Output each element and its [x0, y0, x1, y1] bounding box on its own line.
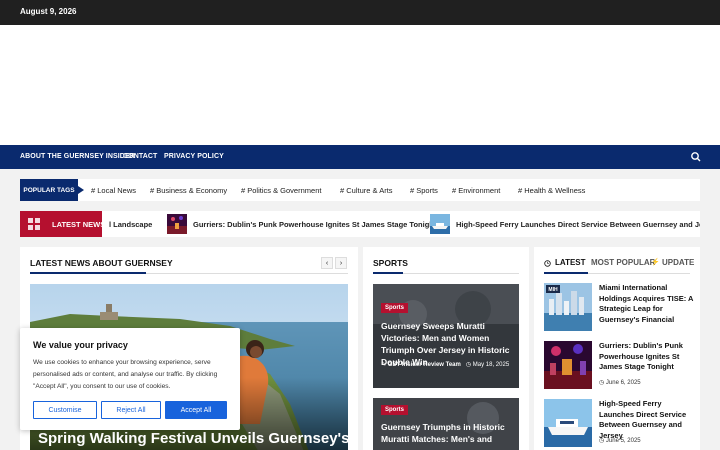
article-title: Guernsey Triumphs in Historic Muratti Ma… [381, 422, 505, 444]
sidebar-article-date-text: June 5, 2025 [605, 438, 641, 444]
search-icon[interactable] [690, 151, 702, 163]
article-date: May 18, 2025 [472, 362, 510, 368]
popular-tags-bar: Popular Tags # Local News # Business & E… [20, 179, 700, 201]
tag-health-wellness[interactable]: # Health & Wellness [518, 186, 585, 195]
section-divider-accent [373, 272, 403, 274]
reject-all-button[interactable]: Reject All [101, 401, 161, 419]
customise-button[interactable]: Customise [33, 401, 97, 419]
tag-culture-arts[interactable]: # Culture & Arts [340, 186, 393, 195]
ferry-thumbnail [430, 214, 450, 234]
tab-update[interactable]: Update [662, 258, 694, 267]
category-badge[interactable]: Sports [381, 303, 409, 313]
main-navigation: About The Guernsey Insider Contact Priva… [0, 145, 720, 169]
svg-text:MIH: MIH [548, 287, 558, 293]
popular-tags-label: Popular Tags [20, 179, 84, 201]
carousel-prev-button[interactable]: ‹ [321, 257, 333, 269]
current-date: August 9, 2026 [20, 7, 77, 16]
concert-thumbnail [544, 341, 592, 389]
accept-all-button[interactable]: Accept All [165, 401, 227, 419]
clock-icon [544, 260, 551, 267]
sports-article-card[interactable]: Sports Guernsey Sweeps Muratti Victories… [373, 284, 519, 388]
latest-news-ticker: Latest News l Landscape Gurriers: Dublin… [20, 211, 700, 237]
sidebar-article-title: High-Speed Ferry Launches Direct Service… [599, 399, 687, 440]
cookie-dialog-title: We value your privacy [33, 340, 128, 350]
ad-space [0, 25, 720, 145]
ticker-item-title: High-Speed Ferry Launches Direct Service… [456, 219, 700, 229]
nav-link-about[interactable]: About The Guernsey Insider [20, 153, 135, 160]
cookie-consent-dialog: We value your privacy We use cookies to … [20, 328, 240, 430]
sidebar-article-date: ◷ June 5, 2025 [599, 437, 641, 444]
tag-sports[interactable]: # Sports [410, 186, 438, 195]
category-badge[interactable]: Sports [381, 405, 409, 415]
nav-link-privacy-policy[interactable]: Privacy Policy [164, 153, 224, 160]
ticker-item[interactable]: Gurriers: Dublin's Punk Powerhouse Ignit… [167, 211, 436, 237]
top-bar: August 9, 2026 [0, 0, 720, 25]
grid-icon [28, 218, 40, 230]
author-icon: ✎ [381, 362, 387, 368]
ticker-item[interactable]: High-Speed Ferry Launches Direct Service… [430, 211, 700, 237]
tag-environment[interactable]: # Environment [452, 186, 500, 195]
sidebar-article[interactable]: Gurriers: Dublin's Punk Powerhouse Ignit… [544, 341, 694, 393]
clock-icon: ◷ [599, 380, 605, 386]
carousel-next-button[interactable]: › [335, 257, 347, 269]
tag-local-news[interactable]: # Local News [91, 186, 136, 195]
sports-article-card[interactable]: Sports Guernsey Triumphs in Historic Mur… [373, 398, 519, 450]
sidebar-article-title: Miami International Holdings Acquires TI… [599, 283, 694, 324]
ticker-item-title: l Landscape [109, 219, 153, 229]
city-thumbnail: MIH [544, 283, 592, 331]
ferry-thumbnail [544, 399, 592, 447]
sidebar-article[interactable]: High-Speed Ferry Launches Direct Service… [544, 399, 694, 450]
article-author: GSY Insider Review Team [387, 362, 461, 368]
clock-icon: ◷ [465, 362, 472, 368]
article-meta: ✎ GSY Insider Review Team ◷ May 18, 2025 [381, 360, 513, 370]
ticker-item-title: Gurriers: Dublin's Punk Powerhouse Ignit… [193, 219, 437, 229]
tag-business-economy[interactable]: # Business & Economy [150, 186, 227, 195]
sports-panel: Sports Sports Guernsey Sweeps Muratti Vi… [363, 247, 529, 450]
latest-news-label: Latest News [20, 211, 106, 237]
latest-news-label-text: Latest News [52, 220, 106, 229]
tab-latest[interactable]: Latest [555, 258, 586, 267]
active-tab-indicator [544, 272, 588, 274]
sidebar-article[interactable]: MIH Miami International Holdings Acquire… [544, 283, 694, 335]
section-title: Latest News About Guernsey [30, 258, 173, 268]
section-divider-accent [30, 272, 146, 274]
cookie-dialog-text: We use cookies to enhance your browsing … [33, 359, 218, 390]
hero-article-title: Spring Walking Festival Unveils Guernsey… [38, 430, 348, 447]
concert-thumbnail [167, 214, 187, 234]
sidebar-article-date-text: June 6, 2025 [605, 380, 641, 386]
section-title: Sports [373, 258, 408, 268]
tab-most-popular[interactable]: Most Popular [591, 258, 655, 267]
flame-icon: ⚡ [651, 259, 660, 266]
sidebar-tabs-panel: Latest Most Popular ⚡ Update MIH Miami I… [534, 247, 700, 450]
nav-link-contact[interactable]: Contact [123, 153, 157, 160]
tag-politics-government[interactable]: # Politics & Government [241, 186, 321, 195]
sidebar-article-title: Gurriers: Dublin's Punk Powerhouse Ignit… [599, 341, 683, 371]
clock-icon: ◷ [599, 438, 605, 444]
sidebar-article-date: ◷ June 6, 2025 [599, 379, 641, 386]
ticker-item[interactable]: l Landscape [109, 211, 152, 237]
